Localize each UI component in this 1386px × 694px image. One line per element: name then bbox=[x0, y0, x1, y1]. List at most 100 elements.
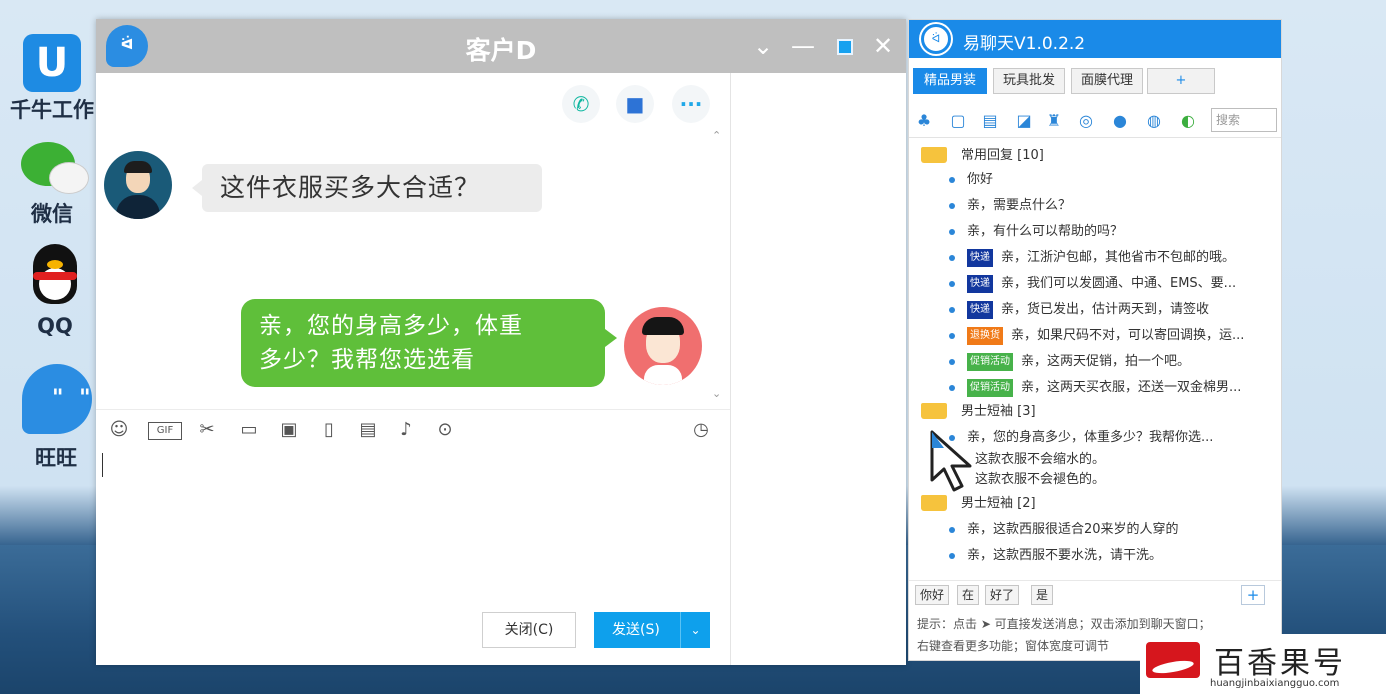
scroll-up-icon[interactable]: ⌃ bbox=[712, 129, 721, 142]
customer-avatar bbox=[104, 151, 172, 219]
qianniu-icon: U bbox=[23, 34, 81, 92]
message-input[interactable] bbox=[96, 449, 730, 609]
notes-icon[interactable]: ◪ bbox=[1013, 110, 1035, 132]
folder-icon[interactable]: ▭ bbox=[236, 418, 262, 442]
tag-badge: 促销活动 bbox=[967, 352, 1013, 371]
desktop-icon-qq[interactable]: QQ bbox=[10, 238, 100, 338]
tag-badge: 快递 bbox=[967, 300, 993, 319]
list-item[interactable]: 你好 bbox=[949, 168, 1275, 192]
message-line: 多少？我帮您选选看 bbox=[259, 347, 475, 373]
tag-badge: 快递 bbox=[967, 274, 993, 293]
send-label: 发送(S) bbox=[612, 622, 660, 638]
leaf-icon[interactable]: ◐ bbox=[1177, 110, 1199, 132]
minimize-button[interactable]: — bbox=[786, 29, 820, 63]
bullet-icon bbox=[949, 552, 955, 559]
list-item[interactable]: 亲，这款西服不要水洗，请干洗。 bbox=[949, 544, 1275, 568]
bullet-icon bbox=[949, 202, 955, 209]
tip-text: 提示：点击 ➤ 可直接发送消息；双击添加到聊天窗口； bbox=[917, 617, 1211, 631]
video-call-icon[interactable]: ■ bbox=[616, 85, 654, 123]
add-tab-button[interactable]: + bbox=[1147, 68, 1215, 94]
search-input[interactable]: 搜索 bbox=[1211, 108, 1277, 132]
bullet-icon bbox=[949, 526, 955, 533]
bullet-icon bbox=[949, 280, 955, 287]
import-icon[interactable]: ◎ bbox=[1075, 110, 1097, 132]
send-button[interactable]: 发送(S) ⌄ bbox=[594, 612, 710, 648]
gif-icon[interactable]: GIF bbox=[148, 422, 182, 440]
list-item[interactable]: 退换货 亲，如果尺码不对，可以寄回调换，运... bbox=[949, 324, 1275, 348]
list-item[interactable]: 快递 亲，我们可以发圆通、中通、EMS、要... bbox=[949, 272, 1275, 296]
watermark-title: 百香果号 bbox=[1214, 646, 1346, 681]
quick-chip[interactable]: 在 bbox=[957, 585, 980, 605]
quick-chip[interactable]: 好了 bbox=[985, 585, 1020, 605]
tab-toys[interactable]: 玩具批发 bbox=[993, 68, 1065, 94]
phone-call-icon[interactable]: ✆ bbox=[562, 85, 600, 123]
wangwang-icon: " " bbox=[16, 360, 96, 440]
chat-window: ᐛ 客户D ⌄ — ✕ ✆ ■ ··· ⌃ 这件衣服买多大合适？ 亲，您的身高多… bbox=[96, 19, 906, 665]
history-clock-icon[interactable]: ◷ bbox=[688, 418, 714, 442]
list-item[interactable]: 亲，需要点什么？ bbox=[949, 194, 1275, 218]
category-tabs: 精品男装 玩具批发 面膜代理 + bbox=[909, 68, 1281, 96]
music-icon[interactable]: ♪ bbox=[393, 418, 419, 442]
group-header[interactable]: 常用回复 [10] bbox=[921, 144, 1044, 168]
edit-doc-icon[interactable]: ▤ bbox=[979, 110, 1001, 132]
emoji-icon[interactable]: ☺ bbox=[106, 418, 132, 442]
tab-menswear[interactable]: 精品男装 bbox=[913, 68, 987, 94]
desktop-icon-label: 千牛工作 bbox=[10, 98, 94, 122]
shake-icon[interactable]: ▯ bbox=[316, 418, 342, 442]
wangwang-logo-icon: ᐛ bbox=[106, 25, 148, 67]
group-header[interactable]: 男士短袖 [2] bbox=[921, 492, 1036, 516]
watermark: 百香果号 huangjinbaixiangguo.com bbox=[1140, 634, 1386, 694]
group-header[interactable]: 男士短袖 [3] bbox=[921, 400, 1036, 424]
bullet-icon bbox=[949, 358, 955, 365]
desktop-icon-wechat[interactable]: 微信 bbox=[4, 140, 100, 228]
list-item[interactable]: 快递 亲，江浙沪包邮，其他省市不包邮的哦。 bbox=[949, 246, 1275, 270]
tag-badge: 退换货 bbox=[967, 326, 1003, 345]
quick-chip[interactable]: 是 bbox=[1031, 585, 1054, 605]
maximize-button[interactable] bbox=[828, 29, 862, 63]
list-item[interactable]: 这款衣服不会褪色的。 bbox=[975, 468, 1301, 492]
input-toolbar: ☺ GIF ✂ ▭ ▣ ▯ ▤ ♪ ⊙ ◷ bbox=[96, 409, 730, 449]
folder-icon bbox=[921, 146, 947, 163]
app-logo-icon: ᐛ bbox=[921, 24, 951, 54]
quick-chip[interactable]: 你好 bbox=[915, 585, 950, 605]
trash-icon[interactable]: ♜ bbox=[1043, 110, 1065, 132]
calendar-icon[interactable]: ▤ bbox=[355, 418, 381, 442]
more-tools-icon[interactable]: ⊙ bbox=[432, 418, 458, 442]
list-item[interactable]: 亲，您的身高多少，体重多少？我帮你选... bbox=[949, 426, 1275, 450]
folder-icon bbox=[921, 402, 947, 419]
more-options-icon[interactable]: ··· bbox=[672, 85, 710, 123]
list-item[interactable]: 促销活动 亲，这两天买衣服，还送一双金棉男... bbox=[949, 376, 1275, 400]
bullet-icon bbox=[949, 306, 955, 313]
app-title: 易聊天V1.0.2.2 bbox=[963, 34, 1086, 54]
bullet-icon bbox=[949, 332, 955, 339]
send-options-chevron-icon[interactable]: ⌄ bbox=[680, 612, 710, 648]
add-chip-button[interactable]: + bbox=[1241, 585, 1265, 605]
tab-masks[interactable]: 面膜代理 bbox=[1071, 68, 1143, 94]
tag-badge: 促销活动 bbox=[967, 378, 1013, 397]
list-item[interactable]: 亲，这款西服很适合20来岁的人穿的 bbox=[949, 518, 1275, 542]
close-window-button[interactable]: ✕ bbox=[866, 29, 900, 63]
list-item[interactable]: 快递 亲，货已发出，估计两天到，请签收 bbox=[949, 298, 1275, 322]
wechat-icon bbox=[17, 140, 89, 196]
outgoing-message: 亲，您的身高多少，体重 多少？我帮您选选看 bbox=[241, 299, 617, 387]
desktop-icon-qianniu[interactable]: U 千牛工作 bbox=[4, 34, 100, 124]
chat-titlebar[interactable]: ᐛ 客户D ⌄ — ✕ bbox=[96, 19, 906, 73]
list-item[interactable]: 亲，有什么可以帮助的吗？ bbox=[949, 220, 1275, 244]
chevron-down-icon[interactable]: ⌄ bbox=[746, 29, 780, 63]
org-tree-icon[interactable]: ♣ bbox=[913, 110, 935, 132]
tag-badge: 快递 bbox=[967, 248, 993, 267]
list-item[interactable]: 促销活动 亲，这两天促销，拍一个吧。 bbox=[949, 350, 1275, 374]
message-history[interactable]: ✆ ■ ··· ⌃ 这件衣服买多大合适？ 亲，您的身高多少，体重 多少？我帮您选… bbox=[96, 73, 730, 403]
desktop-icon-wangwang[interactable]: " " 旺旺 bbox=[8, 360, 104, 472]
message-line: 亲，您的身高多少，体重 bbox=[259, 313, 523, 339]
export-icon[interactable]: ● bbox=[1109, 110, 1131, 132]
settings-icon[interactable]: ◍ bbox=[1143, 110, 1165, 132]
scroll-down-icon[interactable]: ⌄ bbox=[712, 387, 721, 400]
close-chat-button[interactable]: 关闭(C) bbox=[482, 612, 576, 648]
new-doc-icon[interactable]: ▢ bbox=[947, 110, 969, 132]
desktop-icon-label: 旺旺 bbox=[35, 446, 77, 470]
quick-reply-panel: ᐛ 易聊天V1.0.2.2 精品男装 玩具批发 面膜代理 + ♣ ▢ ▤ ◪ ♜… bbox=[908, 19, 1282, 661]
scissors-icon[interactable]: ✂ bbox=[194, 418, 220, 442]
bullet-icon bbox=[949, 228, 955, 235]
image-icon[interactable]: ▣ bbox=[276, 418, 302, 442]
